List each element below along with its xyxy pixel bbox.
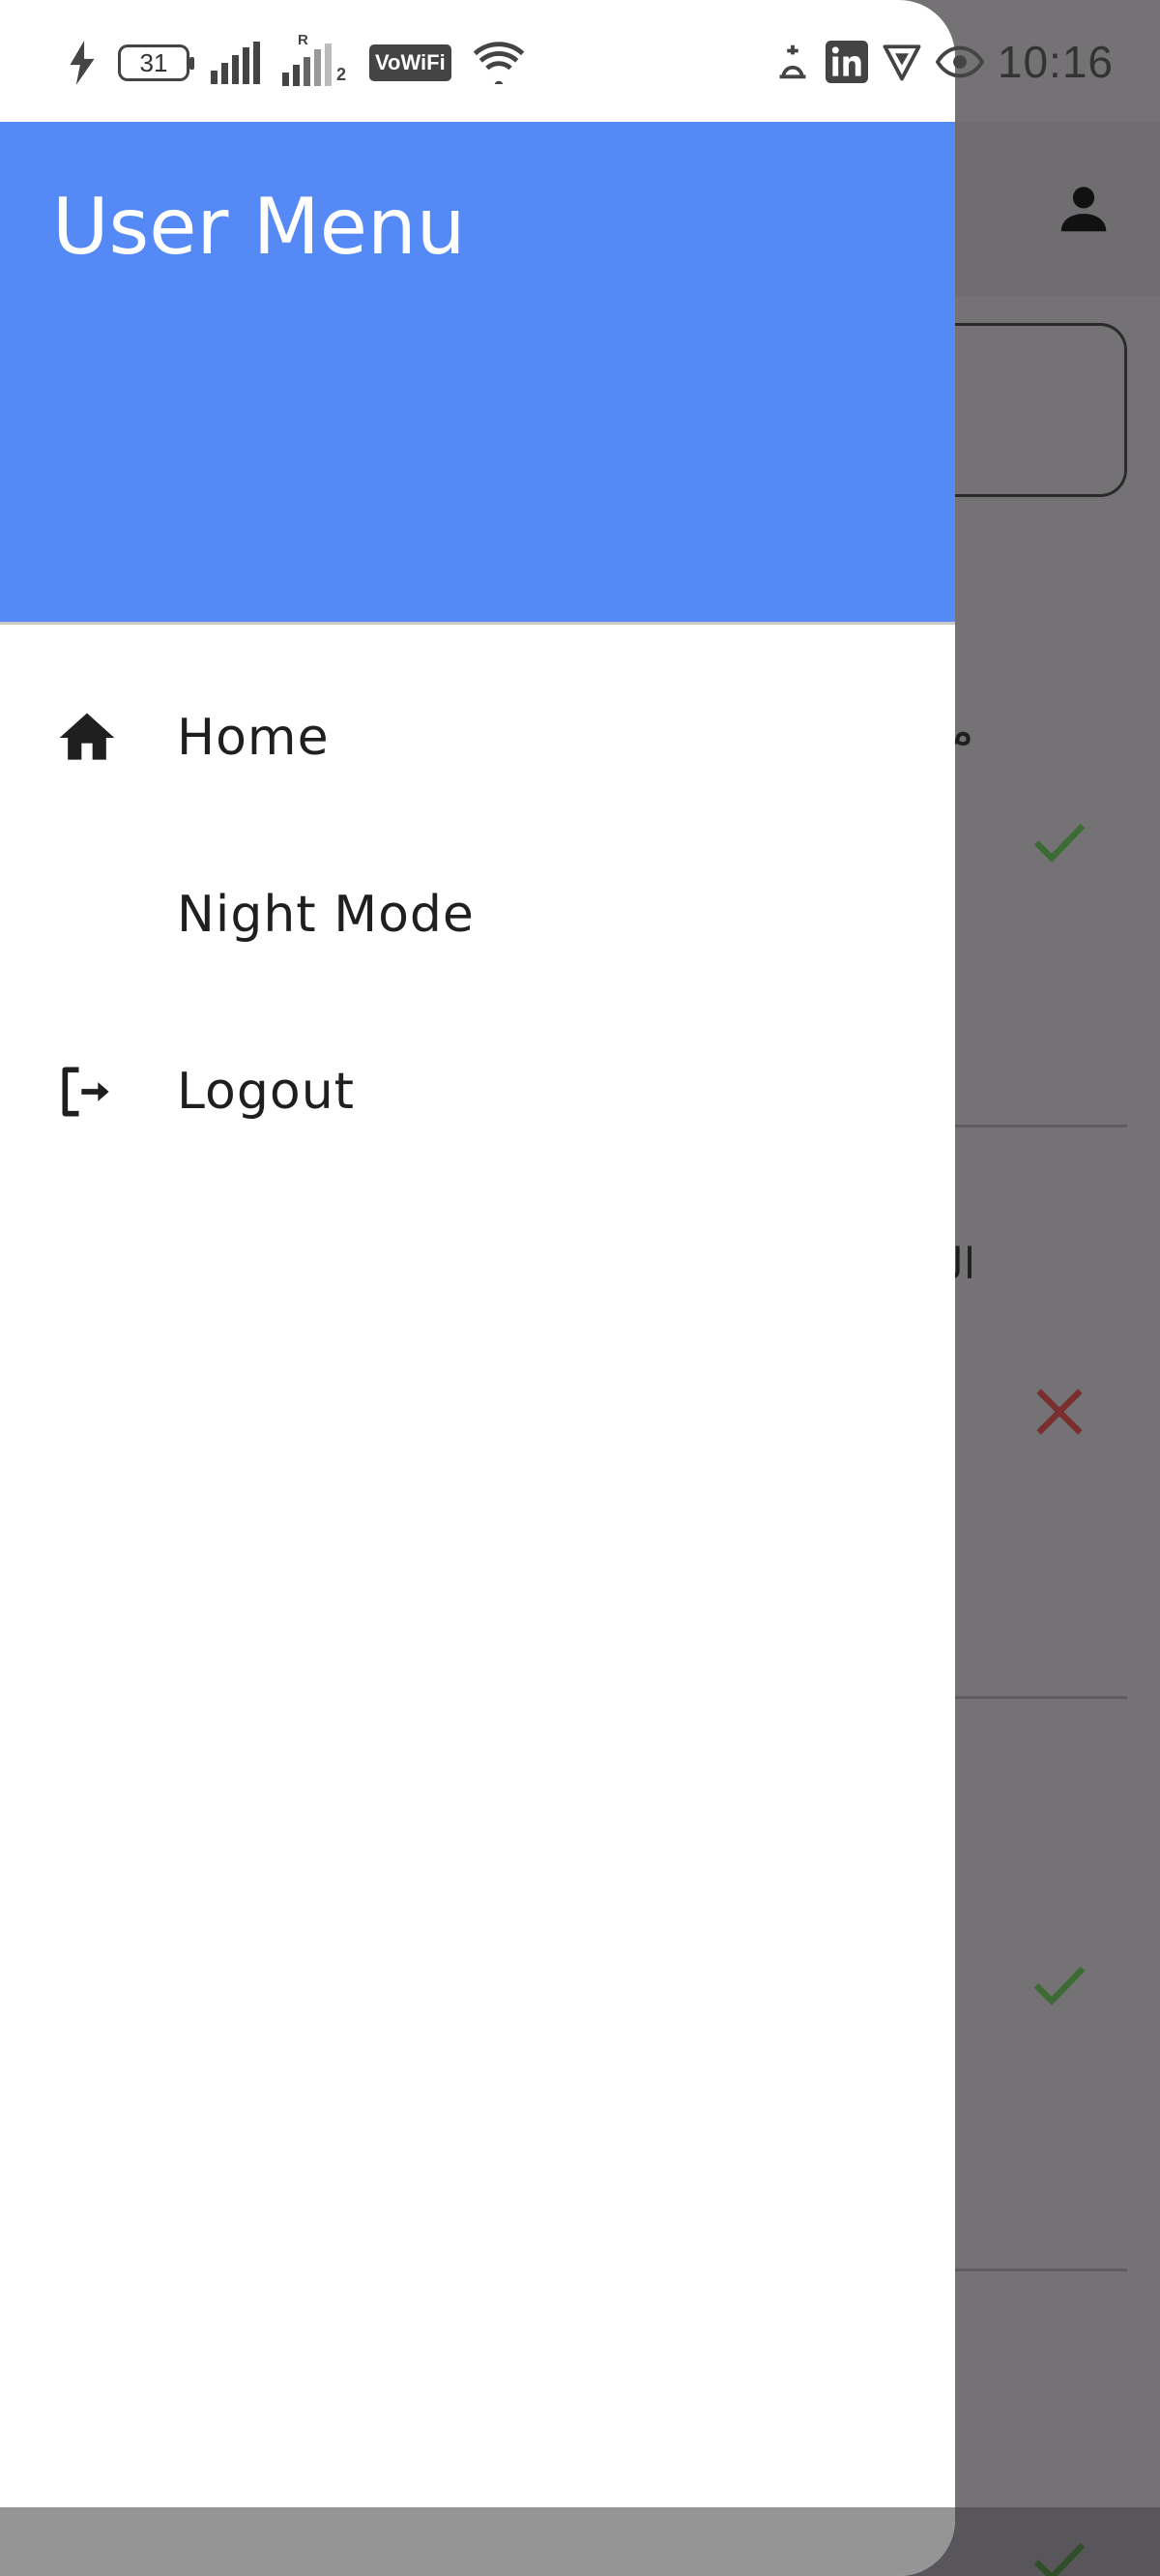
vpn-shield-icon <box>883 44 921 81</box>
moon-icon <box>52 880 122 950</box>
home-icon <box>52 703 122 773</box>
status-bar: 31 R 2 VoWiFi 10:16 <box>0 0 1160 122</box>
menu-item-home[interactable]: Home <box>0 650 955 826</box>
status-time: 10:16 <box>997 37 1114 87</box>
drawer-bottom-bar <box>0 2507 955 2576</box>
menu-item-night-mode[interactable]: Night Mode <box>0 827 955 1003</box>
navigation-drawer: User Menu Home Night Mode Logout <box>0 0 955 2576</box>
check-icon <box>1033 2542 1086 2576</box>
eye-comfort-icon <box>935 45 984 78</box>
menu-item-label: Home <box>177 709 330 767</box>
battery-icon: 31 <box>118 44 194 81</box>
profile-icon <box>1060 187 1107 232</box>
menu-item-label: Logout <box>177 1063 356 1121</box>
signal-roaming-icon: R 2 <box>282 32 348 86</box>
logout-icon <box>52 1057 122 1127</box>
drawer-title: User Menu <box>52 182 466 272</box>
charging-icon <box>70 41 95 85</box>
status-right-group: 10:16 <box>773 33 1114 91</box>
signal-icon <box>211 42 260 84</box>
status-left-group: 31 R 2 VoWiFi <box>68 32 525 87</box>
cross-icon <box>1036 1389 1083 1435</box>
linkedin-icon <box>825 41 868 83</box>
sim2-label: 2 <box>336 65 347 84</box>
menu-item-logout[interactable]: Logout <box>0 1004 955 1180</box>
roaming-label: R <box>298 32 308 48</box>
menu-item-label: Night Mode <box>177 886 475 944</box>
battery-level: 31 <box>139 47 168 77</box>
wifi-icon <box>473 42 525 84</box>
check-icon <box>1033 823 1086 863</box>
prayer-app-icon <box>779 44 806 79</box>
drawer-header: User Menu <box>0 122 955 625</box>
check-icon <box>1033 1966 1086 2005</box>
vowifi-icon: VoWiFi <box>369 44 451 81</box>
